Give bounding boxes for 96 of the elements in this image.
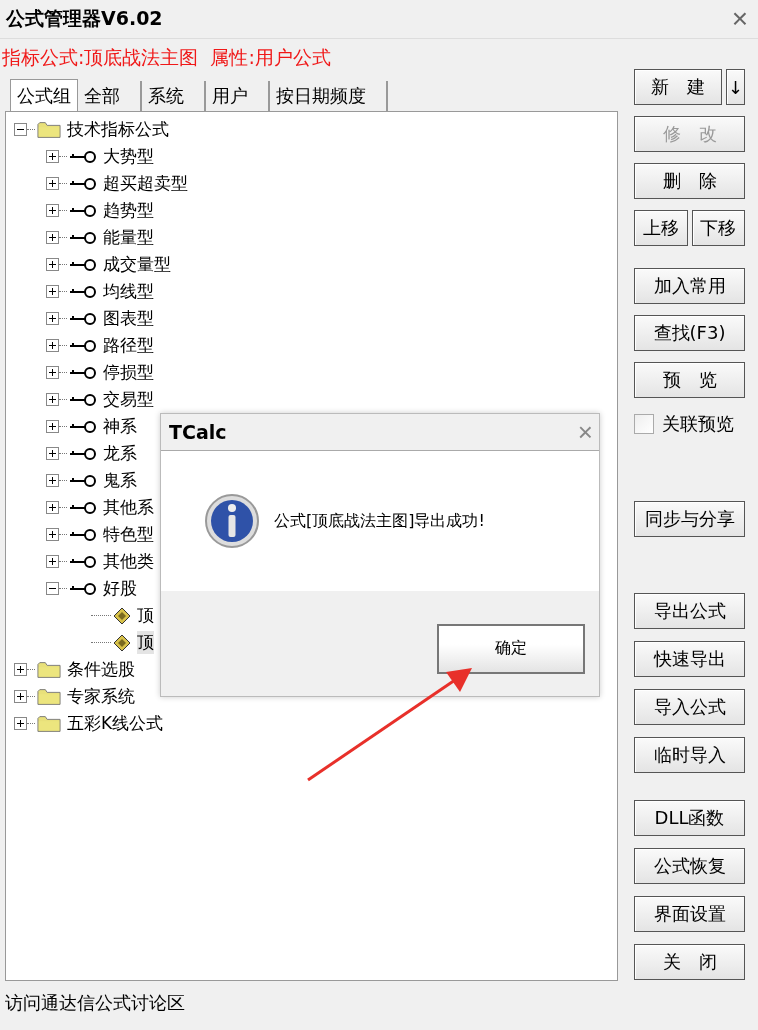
expander-icon[interactable]: [14, 690, 27, 703]
tree-item[interactable]: 条件选股: [67, 658, 135, 681]
side-button[interactable]: 导入公式: [634, 689, 745, 725]
key-icon: [69, 338, 97, 353]
tree-item[interactable]: 龙系: [103, 442, 137, 465]
tree-item[interactable]: 鬼系: [103, 469, 137, 492]
key-icon: [69, 581, 97, 596]
tree-item[interactable]: 五彩K线公式: [67, 712, 164, 735]
expander-icon[interactable]: [14, 123, 27, 136]
side-button[interactable]: 快速导出: [634, 641, 745, 677]
tree-item[interactable]: 顶: [137, 631, 154, 654]
tree-item[interactable]: 能量型: [103, 226, 154, 249]
tree-item[interactable]: 好股: [103, 577, 137, 600]
side-button[interactable]: 查找(F3): [634, 315, 745, 351]
expander-icon[interactable]: [46, 204, 59, 217]
tree-item[interactable]: 超买超卖型: [103, 172, 188, 195]
key-icon: [69, 527, 97, 542]
key-icon: [69, 500, 97, 515]
folder-icon: [37, 713, 61, 734]
expander-icon[interactable]: [46, 312, 59, 325]
window-title: 公式管理器V6.02: [6, 6, 163, 31]
key-icon: [69, 446, 97, 461]
expander-icon[interactable]: [46, 258, 59, 271]
tree-item[interactable]: 趋势型: [103, 199, 154, 222]
side-button[interactable]: DLL函数: [634, 800, 745, 836]
expander-icon[interactable]: [46, 555, 59, 568]
side-button[interactable]: 公式恢复: [634, 848, 745, 884]
expander-icon[interactable]: [46, 528, 59, 541]
side-button[interactable]: 关 闭: [634, 944, 745, 980]
move-up-button[interactable]: 上移: [634, 210, 688, 246]
key-icon: [69, 392, 97, 407]
key-icon: [69, 176, 97, 191]
dropdown-button[interactable]: ↓: [726, 69, 745, 105]
ok-button[interactable]: 确定: [437, 623, 585, 674]
side-button[interactable]: 临时导入: [634, 737, 745, 773]
key-icon: [69, 149, 97, 164]
move-down-button[interactable]: 下移: [691, 210, 745, 246]
expander-icon[interactable]: [46, 474, 59, 487]
side-button[interactable]: 同步与分享: [634, 501, 745, 537]
tree-item[interactable]: 顶: [137, 604, 154, 627]
side-button[interactable]: 界面设置: [634, 896, 745, 932]
key-icon: [69, 284, 97, 299]
tree-item[interactable]: 交易型: [103, 388, 154, 411]
property-label: 属性:用户公式: [210, 45, 331, 69]
key-icon: [69, 365, 97, 380]
close-button[interactable]: ×: [727, 5, 752, 33]
info-icon: [204, 493, 260, 549]
expander-icon[interactable]: [46, 177, 59, 190]
checkbox[interactable]: [634, 414, 654, 434]
expander-icon[interactable]: [46, 150, 59, 163]
side-button[interactable]: 导出公式: [634, 593, 745, 629]
new-button[interactable]: 新 建: [634, 69, 722, 105]
tree-item[interactable]: 大势型: [103, 145, 154, 168]
folder-icon: [37, 686, 61, 707]
expander-icon[interactable]: [14, 717, 27, 730]
tree-item[interactable]: 图表型: [103, 307, 154, 330]
key-icon: [69, 311, 97, 326]
formula-label: 指标公式:顶底战法主图: [2, 45, 199, 69]
tree-item[interactable]: 均线型: [103, 280, 154, 303]
tree-item[interactable]: 专家系统: [67, 685, 135, 708]
tree-item[interactable]: 特色型: [103, 523, 154, 546]
key-icon: [69, 554, 97, 569]
key-icon: [69, 203, 97, 218]
dialog-title: TCalc: [169, 421, 227, 443]
folder-icon: [37, 659, 61, 680]
expander-icon[interactable]: [14, 663, 27, 676]
side-button[interactable]: 删 除: [634, 163, 745, 199]
key-icon: [69, 230, 97, 245]
formula-icon: [113, 633, 131, 652]
expander-icon[interactable]: [46, 285, 59, 298]
formula-icon: [113, 606, 131, 625]
dialog-message: 公式[顶底战法主图]导出成功!: [274, 510, 485, 532]
expander-icon[interactable]: [46, 501, 59, 514]
expander-icon[interactable]: [46, 339, 59, 352]
expander-icon[interactable]: [46, 447, 59, 460]
side-button[interactable]: 加入常用: [634, 268, 745, 304]
expander-icon[interactable]: [46, 420, 59, 433]
tree-item[interactable]: 成交量型: [103, 253, 171, 276]
tree-item[interactable]: 技术指标公式: [67, 118, 169, 141]
expander-icon[interactable]: [46, 366, 59, 379]
checkbox-label: 关联预览: [662, 412, 734, 436]
expander-icon[interactable]: [46, 582, 59, 595]
tree-item[interactable]: 其他系: [103, 496, 154, 519]
tree-item[interactable]: 神系: [103, 415, 137, 438]
tree-item[interactable]: 路径型: [103, 334, 154, 357]
folder-icon: [37, 119, 61, 140]
key-icon: [69, 419, 97, 434]
key-icon: [69, 257, 97, 272]
forum-link[interactable]: 访问通达信公式讨论区: [5, 991, 185, 1015]
tree-item[interactable]: 停损型: [103, 361, 154, 384]
tab[interactable]: 公式组: [10, 79, 78, 111]
expander-icon[interactable]: [46, 231, 59, 244]
side-button[interactable]: 预 览: [634, 362, 745, 398]
expander-icon[interactable]: [46, 393, 59, 406]
tree-item[interactable]: 其他类: [103, 550, 154, 573]
key-icon: [69, 473, 97, 488]
